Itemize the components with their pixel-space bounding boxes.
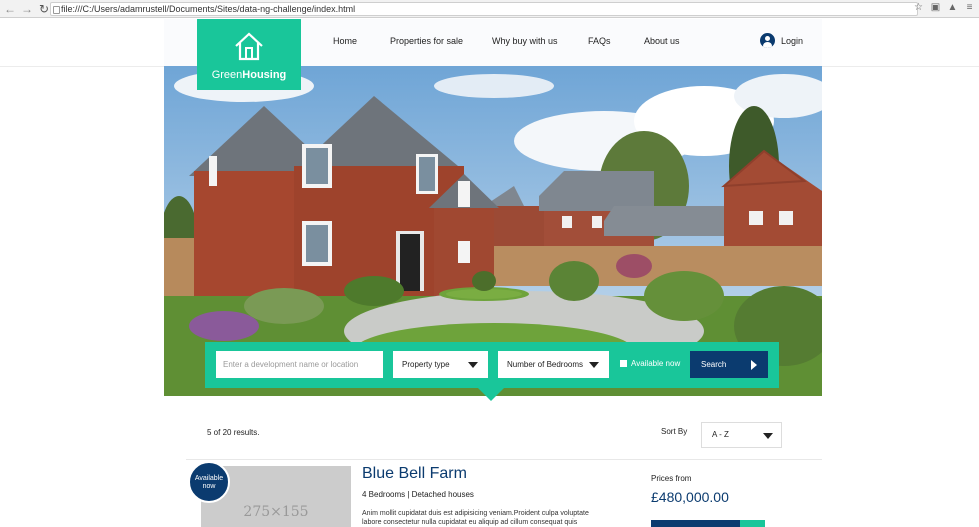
chevron-down-icon [589, 362, 599, 368]
results-count: 5 of 20 results. [207, 428, 260, 437]
location-search-input[interactable] [216, 351, 383, 378]
sort-select[interactable]: A - Z [701, 422, 782, 448]
site-logo[interactable]: GreenHousing [197, 19, 301, 90]
listing-price: £480,000.00 [651, 489, 729, 505]
nav-why-buy-with-us[interactable]: Why buy with us [492, 36, 558, 46]
address-bar[interactable]: file:///C:/Users/adamrustell/Documents/S… [50, 2, 918, 16]
chevron-down-icon [763, 433, 773, 439]
login-label: Login [781, 35, 804, 46]
browser-toolbar: ← → ↻ file:///C:/Users/adamrustell/Docum… [0, 0, 979, 18]
page: GreenHousing Home Properties for sale Wh… [0, 19, 979, 527]
nav-home[interactable]: Home [333, 36, 357, 46]
nav-properties-for-sale[interactable]: Properties for sale [390, 36, 463, 46]
sort-value: A - Z [712, 430, 729, 439]
view-development-button[interactable] [651, 520, 740, 527]
nav-about-us[interactable]: About us [644, 36, 680, 46]
extension-icon[interactable]: ▲ [947, 2, 958, 14]
listing-subtitle: 4 Bedrooms | Detached houses [362, 490, 474, 499]
arrow-right-icon [751, 360, 757, 370]
available-now-badge: Available now [188, 461, 230, 503]
bedrooms-label: Number of Bedrooms [507, 360, 584, 369]
bookmark-star-icon[interactable]: ☆ [913, 2, 924, 14]
results-divider [186, 459, 822, 460]
listing-description: Anim mollit cupidatat duis est adipisici… [362, 510, 589, 526]
bedrooms-select[interactable]: Number of Bedrooms [498, 351, 609, 378]
checkbox-box [620, 360, 627, 367]
search-panel: Property type Number of Bedrooms Availab… [205, 342, 779, 388]
house-icon [235, 32, 263, 61]
chevron-down-icon [468, 362, 478, 368]
available-now-checkbox[interactable]: Available now [620, 359, 680, 368]
property-type-select[interactable]: Property type [393, 351, 488, 378]
reload-icon[interactable]: ↻ [37, 2, 51, 16]
menu-icon[interactable]: ≡ [964, 2, 975, 14]
available-now-label: Available now [631, 359, 681, 368]
sort-label: Sort By [661, 427, 688, 436]
forward-icon[interactable]: → [20, 2, 34, 16]
logo-text: GreenHousing [211, 69, 287, 81]
search-button-label: Search [701, 360, 727, 369]
badge-line2: now [202, 483, 216, 490]
view-development-button-accent[interactable] [740, 520, 765, 527]
back-icon[interactable]: ← [3, 2, 17, 16]
camera-icon[interactable]: ▣ [930, 2, 941, 14]
search-button[interactable]: Search [690, 351, 768, 378]
nav-faqs[interactable]: FAQs [588, 36, 611, 46]
property-type-label: Property type [402, 360, 450, 369]
search-panel-pointer [478, 388, 504, 401]
user-icon [760, 33, 775, 48]
prices-from-label: Prices from [651, 474, 692, 483]
badge-line1: Available [194, 475, 224, 482]
login-link[interactable]: Login [760, 33, 803, 48]
listing-title[interactable]: Blue Bell Farm [362, 465, 467, 483]
